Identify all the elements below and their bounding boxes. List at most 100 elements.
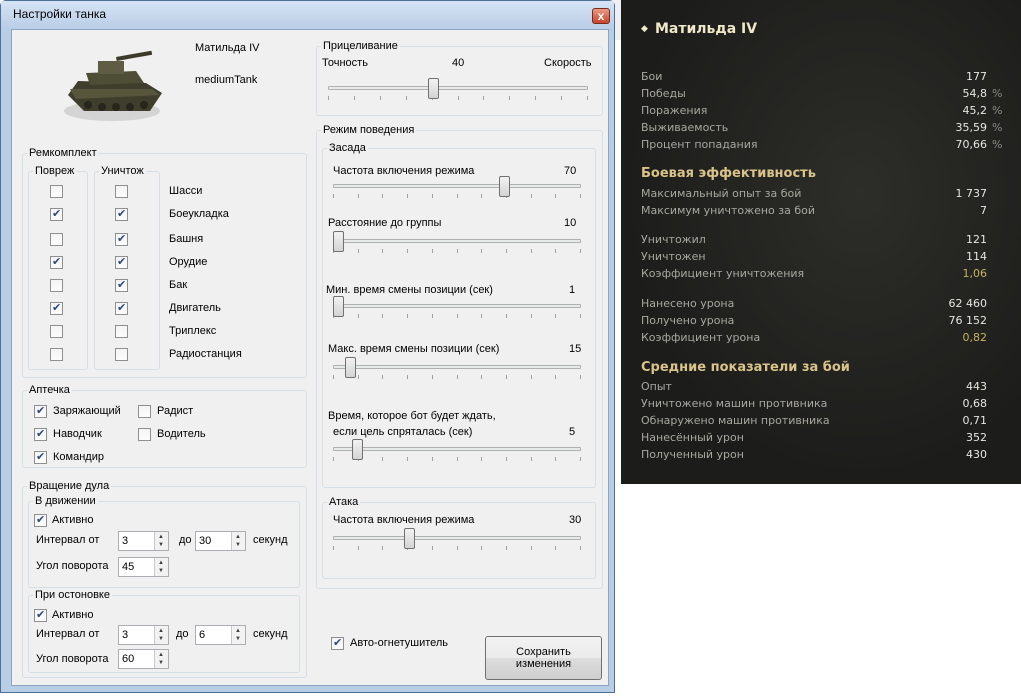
- moving-from-spinbox[interactable]: 3 ▲ ▼: [118, 531, 169, 551]
- repair-damaged-checkbox[interactable]: [50, 301, 63, 315]
- moving-to-label: до: [179, 534, 192, 546]
- stopped-from-spinbox[interactable]: 3 ▲ ▼: [118, 625, 169, 645]
- destroyed-column-header: Уничтож: [101, 165, 144, 177]
- medkit-gunner-checkbox[interactable]: [34, 427, 47, 441]
- repair-destroyed-checkbox[interactable]: [115, 185, 128, 198]
- min-reposition-value: 1: [569, 284, 576, 296]
- repair-module-label: Триплекс: [169, 325, 217, 337]
- medkit-loader-checkbox[interactable]: [34, 404, 47, 418]
- repair-damaged-checkbox[interactable]: [50, 233, 63, 246]
- repair-damaged-checkbox[interactable]: [50, 348, 63, 361]
- stopped-from-value: 3: [122, 629, 129, 641]
- ambush-frequency-slider-ticks: [333, 194, 581, 198]
- diamond-icon: ◆: [641, 24, 648, 34]
- group-distance-slider-track[interactable]: [333, 239, 581, 243]
- repair-module-label: Боеукладка: [169, 208, 229, 220]
- stats-row-value: 430: [966, 448, 987, 461]
- stopped-active-label: Активно: [52, 609, 94, 621]
- aiming-slider-ticks: [328, 96, 588, 100]
- stats-row-value: 7: [980, 204, 987, 217]
- wait-time-value: 5: [569, 426, 576, 438]
- stopped-active-checkbox[interactable]: [34, 608, 47, 622]
- max-reposition-slider-track[interactable]: [333, 365, 581, 369]
- spin-arrows-icon[interactable]: ▲ ▼: [154, 558, 168, 576]
- moving-angle-spinbox[interactable]: 45 ▲ ▼: [118, 557, 169, 577]
- wait-time-slider-thumb[interactable]: [352, 439, 363, 460]
- stats-row-value: 114: [966, 250, 987, 263]
- repair-destroyed-checkbox[interactable]: [115, 301, 128, 315]
- repair-destroyed-checkbox[interactable]: [115, 207, 128, 221]
- repair-damaged-checkbox[interactable]: [50, 207, 63, 221]
- ambush-legend: Засада: [329, 142, 366, 154]
- repair-destroyed-checkbox[interactable]: [115, 278, 128, 292]
- behavior-legend: Режим поведения: [323, 124, 415, 136]
- stats-row-value: 352: [966, 431, 987, 444]
- attack-frequency-label: Частота включения режима: [333, 514, 475, 526]
- spin-arrows-icon[interactable]: ▲ ▼: [231, 532, 245, 550]
- aiming-slider-track[interactable]: [328, 86, 588, 90]
- repair-destroyed-checkbox[interactable]: [115, 255, 128, 269]
- max-reposition-slider-thumb[interactable]: [345, 357, 356, 378]
- moving-angle-value: 45: [122, 561, 135, 573]
- aiming-slider-thumb[interactable]: [428, 78, 439, 99]
- stopped-angle-spinbox[interactable]: 60 ▲ ▼: [118, 649, 169, 669]
- moving-unit-label: секунд: [253, 534, 288, 546]
- percent-sign: %: [992, 104, 1003, 117]
- repair-damaged-checkbox[interactable]: [50, 325, 63, 338]
- min-reposition-slider-track[interactable]: [333, 304, 581, 308]
- stopped-to-spinbox[interactable]: 6 ▲ ▼: [195, 625, 246, 645]
- medkit-legend: Аптечка: [29, 384, 70, 396]
- repair-destroyed-checkbox[interactable]: [115, 325, 128, 338]
- stats-row-label: Опыт: [641, 380, 672, 393]
- title-bar[interactable]: Настройки танка x: [1, 1, 614, 29]
- repair-damaged-checkbox[interactable]: [50, 255, 63, 269]
- turret-rotation-legend: Вращение дула: [29, 480, 110, 492]
- group-distance-slider-thumb[interactable]: [333, 231, 344, 252]
- stats-row-label: Уничтожено машин противника: [641, 397, 828, 410]
- stats-row-label: Поражения: [641, 104, 708, 117]
- medkit-radio-operator-checkbox[interactable]: [138, 405, 151, 418]
- repair-destroyed-checkbox[interactable]: [115, 348, 128, 361]
- medkit-gunner-label: Наводчик: [53, 428, 102, 440]
- stopped-interval-label: Интервал от: [36, 628, 100, 640]
- spin-arrows-icon[interactable]: ▲ ▼: [154, 650, 168, 668]
- min-reposition-slider-thumb[interactable]: [333, 296, 344, 317]
- wait-time-slider-track[interactable]: [333, 447, 581, 451]
- repair-destroyed-checkbox[interactable]: [115, 232, 128, 246]
- percent-sign: %: [992, 121, 1003, 134]
- spin-arrows-icon[interactable]: ▲ ▼: [231, 626, 245, 644]
- stopped-to-value: 6: [199, 629, 206, 641]
- aiming-group: Прицеливание: [316, 40, 603, 116]
- repair-module-label: Радиостанция: [169, 348, 242, 360]
- tank-settings-window: Настройки танка x Матильда IV mediumTank…: [0, 0, 615, 693]
- repair-module-label: Орудие: [169, 256, 208, 268]
- ambush-frequency-label: Частота включения режима: [333, 165, 475, 177]
- attack-frequency-slider-track[interactable]: [333, 536, 581, 540]
- stats-row-value: 45,2: [962, 104, 988, 117]
- repair-damaged-checkbox[interactable]: [50, 185, 63, 198]
- aiming-legend: Прицеливание: [323, 40, 398, 52]
- group-distance-slider-ticks: [333, 249, 581, 253]
- repair-module-label: Башня: [169, 233, 204, 245]
- save-changes-button[interactable]: Сохранить изменения: [485, 636, 602, 680]
- ambush-frequency-slider-thumb[interactable]: [499, 176, 510, 197]
- tank-stats-panel: ◆ Матильда IV Бои 177 Победы 54,8% Поражения…: [621, 0, 1021, 484]
- medkit-driver-checkbox[interactable]: [138, 428, 151, 441]
- repair-module-label: Двигатель: [169, 302, 221, 314]
- ambush-frequency-slider-track[interactable]: [333, 184, 581, 188]
- stats-row-label: Выживаемость: [641, 121, 729, 134]
- moving-to-spinbox[interactable]: 30 ▲ ▼: [195, 531, 246, 551]
- aiming-speed-label: Скорость: [544, 57, 592, 69]
- moving-active-checkbox[interactable]: [34, 513, 47, 527]
- attack-frequency-slider-thumb[interactable]: [404, 528, 415, 549]
- medkit-commander-checkbox[interactable]: [34, 450, 47, 464]
- aiming-value: 40: [452, 57, 465, 69]
- close-button[interactable]: x: [592, 8, 610, 24]
- repair-damaged-checkbox[interactable]: [50, 279, 63, 292]
- spin-arrows-icon[interactable]: ▲ ▼: [154, 626, 168, 644]
- min-reposition-slider-ticks: [333, 314, 581, 318]
- wait-time-label-line1: Время, которое бот будет ждать,: [328, 410, 496, 422]
- stats-row-label: Получено урона: [641, 314, 735, 327]
- auto-extinguisher-checkbox[interactable]: [331, 636, 344, 650]
- spin-arrows-icon[interactable]: ▲ ▼: [154, 532, 168, 550]
